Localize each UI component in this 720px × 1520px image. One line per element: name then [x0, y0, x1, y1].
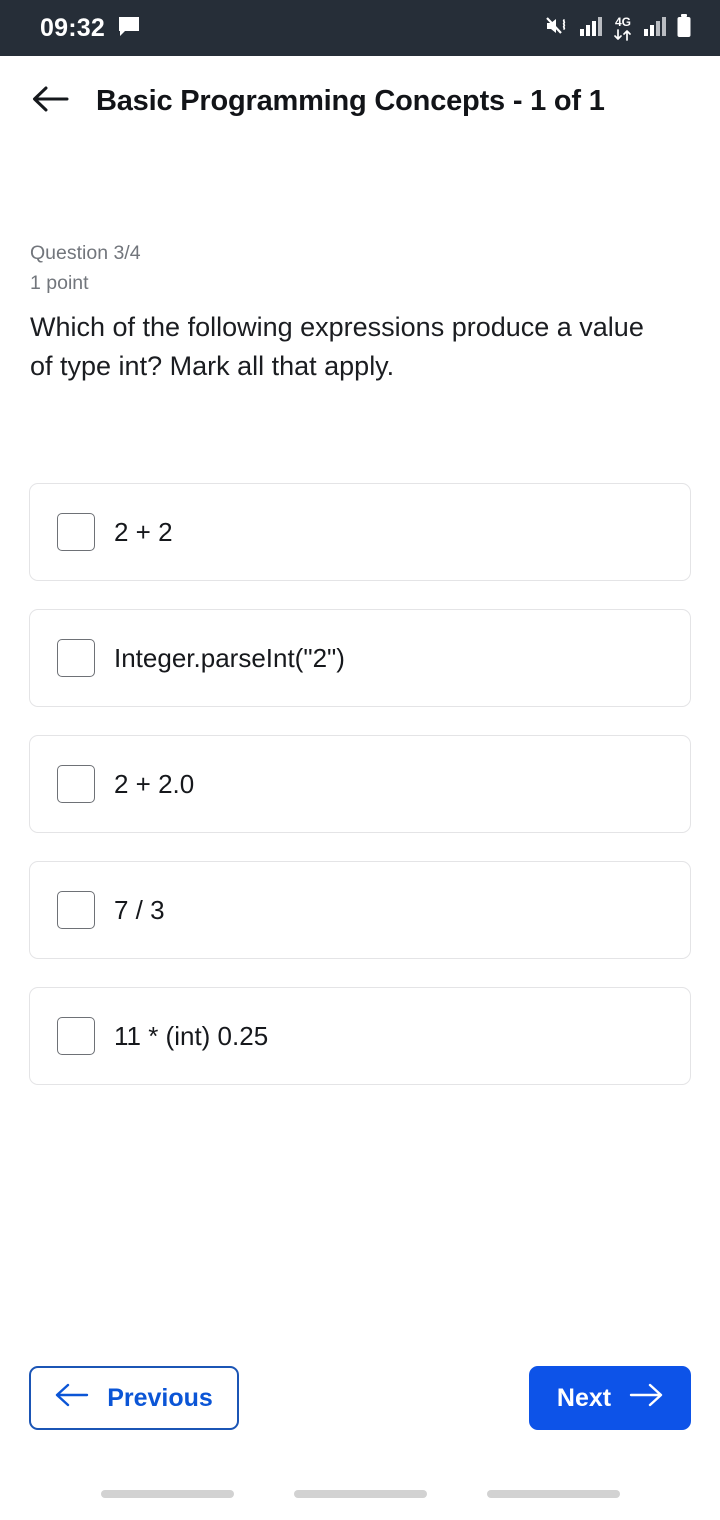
option-label: Integer.parseInt("2")	[114, 643, 345, 674]
status-bar-right: 4G	[545, 13, 692, 43]
next-button-label: Next	[556, 1383, 612, 1412]
gesture-pill-back[interactable]	[100, 1490, 234, 1498]
back-arrow-icon	[31, 84, 69, 119]
option-checkbox[interactable]	[57, 639, 95, 678]
option-label: 7 / 3	[114, 895, 165, 926]
question-block: Question 3/4 1 point Which of the follow…	[0, 146, 720, 385]
answer-option[interactable]: 11 * (int) 0.25	[29, 987, 691, 1086]
previous-button-label: Previous	[107, 1383, 213, 1412]
previous-button[interactable]: Previous	[29, 1366, 239, 1430]
message-bubble-icon	[117, 14, 141, 43]
gesture-pill-recents[interactable]	[486, 1490, 620, 1498]
question-points: 1 point	[30, 272, 89, 295]
signal-bars-secondary-icon	[643, 16, 667, 41]
battery-icon	[676, 13, 692, 43]
back-button[interactable]	[30, 81, 70, 121]
answer-option[interactable]: 7 / 3	[29, 861, 691, 960]
system-gesture-bar	[0, 1490, 720, 1498]
mute-vibrate-icon	[545, 14, 570, 43]
answer-option[interactable]: 2 + 2	[29, 483, 691, 582]
answer-option[interactable]: Integer.parseInt("2")	[29, 609, 691, 708]
status-bar-left: 09:32	[40, 14, 141, 43]
page-title: Basic Programming Concepts - 1 of 1	[96, 84, 605, 117]
option-checkbox[interactable]	[57, 891, 95, 930]
next-button[interactable]: Next	[529, 1366, 691, 1430]
signal-bars-icon	[579, 16, 603, 41]
network-type-label: 4G	[614, 14, 631, 29]
answer-options-list: 2 + 2 Integer.parseInt("2") 2 + 2.0 7 / …	[0, 483, 720, 1086]
arrow-right-icon	[629, 1383, 663, 1414]
option-checkbox[interactable]	[57, 765, 95, 804]
status-bar-clock: 09:32	[40, 13, 105, 42]
answer-option[interactable]: 2 + 2.0	[29, 735, 691, 834]
app-bar: Basic Programming Concepts - 1 of 1	[0, 56, 720, 146]
option-checkbox[interactable]	[57, 513, 95, 552]
arrow-left-icon	[55, 1383, 89, 1414]
status-bar: 09:32 4G	[0, 0, 720, 56]
question-counter: Question 3/4	[30, 242, 141, 264]
option-label: 2 + 2	[114, 517, 173, 548]
option-label: 2 + 2.0	[114, 769, 195, 800]
gesture-pill-home[interactable]	[293, 1490, 427, 1498]
data-transfer-icon: 4G	[612, 16, 634, 41]
quiz-navigation: Previous Next	[0, 1366, 720, 1430]
question-prompt: Which of the following expressions produ…	[30, 312, 644, 381]
option-label: 11 * (int) 0.25	[114, 1021, 269, 1052]
option-checkbox[interactable]	[57, 1017, 95, 1056]
phone-screen: 09:32 4G Basic Programming Concepts - 1 …	[0, 0, 720, 1520]
